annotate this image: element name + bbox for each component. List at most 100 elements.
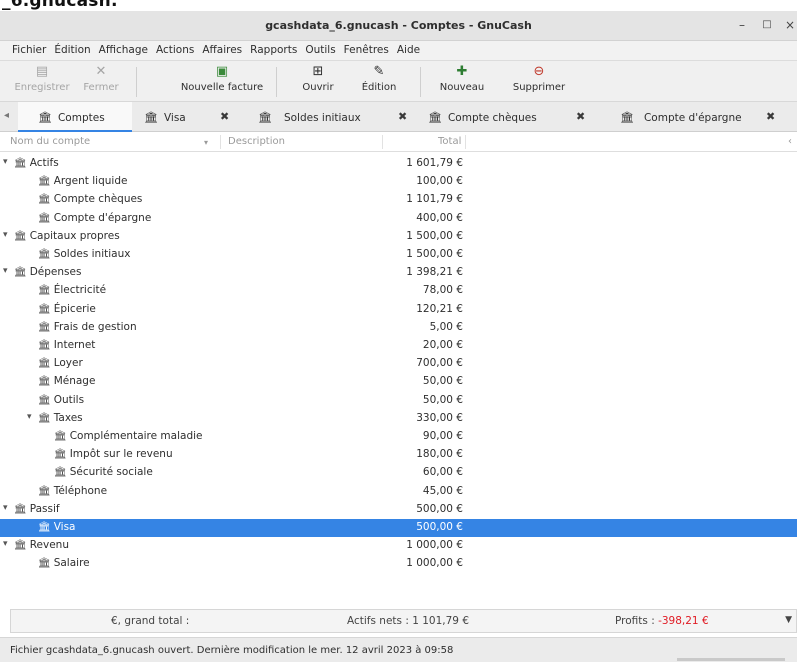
save-button[interactable]: ▤ Enregistrer	[14, 64, 70, 93]
menu-fichier[interactable]: Fichier	[8, 41, 50, 61]
account-row[interactable]: 🏛 Impôt sur le revenu 180,00 €	[0, 446, 797, 464]
menu-actions[interactable]: Actions	[152, 41, 198, 61]
close-window-button[interactable]: ×	[781, 17, 797, 33]
edit-button[interactable]: ✎ Édition	[354, 64, 404, 93]
menu-edition[interactable]: Édition	[50, 41, 94, 61]
account-row[interactable]: 🏛 Électricité 78,00 €	[0, 282, 797, 300]
expander-icon[interactable]: ▾	[3, 157, 8, 167]
new-invoice-button[interactable]: ▣ Nouvelle facture	[176, 64, 268, 93]
account-name-cell: 🏛 Frais de gestion	[38, 321, 137, 333]
tab-scroll-left-icon[interactable]: ◂	[4, 110, 9, 121]
account-row[interactable]: 🏛 Soldes initiaux 1 500,00 €	[0, 246, 797, 264]
account-icon: 🏛	[38, 376, 51, 388]
expander-icon[interactable]: ▾	[3, 539, 8, 549]
bank-icon: 🏛	[428, 111, 442, 124]
account-row[interactable]: 🏛 Complémentaire maladie 90,00 €	[0, 428, 797, 446]
net-assets: Actifs nets : 1 101,79 €	[347, 615, 470, 627]
maximize-button[interactable]: □	[758, 17, 776, 33]
account-icon: 🏛	[38, 485, 51, 497]
grand-total-label: €, grand total :	[111, 615, 190, 627]
column-separator	[220, 135, 221, 149]
minimize-button[interactable]: –	[733, 17, 751, 33]
account-row[interactable]: 🏛 Internet 20,00 €	[0, 337, 797, 355]
menu-fenetres[interactable]: Fenêtres	[340, 41, 393, 61]
account-row[interactable]: 🏛 Argent liquide 100,00 €	[0, 173, 797, 191]
account-row[interactable]: ▾ 🏛 Taxes 330,00 €	[0, 410, 797, 428]
expander-icon[interactable]: ▾	[27, 412, 32, 422]
open-button[interactable]: ⊞ Ouvrir	[296, 64, 340, 93]
account-name-cell: 🏛 Dépenses	[14, 266, 81, 278]
account-name-cell: 🏛 Capitaux propres	[14, 230, 120, 242]
menu-rapports[interactable]: Rapports	[246, 41, 301, 61]
account-row[interactable]: 🏛 Visa 500,00 €	[0, 519, 797, 538]
account-row[interactable]: 🏛 Téléphone 45,00 €	[0, 483, 797, 501]
close-tab-icon[interactable]: ✖	[576, 110, 585, 123]
account-row[interactable]: 🏛 Salaire 1 000,00 €	[0, 555, 797, 573]
account-row[interactable]: ▾ 🏛 Revenu 1 000,00 €	[0, 537, 797, 555]
delete-label: Supprimer	[512, 82, 566, 93]
account-name-cell: 🏛 Compte d'épargne	[38, 212, 151, 224]
column-description[interactable]: Description	[228, 136, 285, 147]
new-account-button[interactable]: ✚ Nouveau	[436, 64, 488, 93]
account-name-cell: 🏛 Revenu	[14, 539, 69, 551]
account-name: Impôt sur le revenu	[69, 448, 173, 461]
bank-icon: 🏛	[258, 111, 272, 124]
close-button[interactable]: ✕ Fermer	[76, 64, 126, 93]
account-name: Passif	[29, 502, 60, 515]
tab-label: Visa	[163, 112, 186, 124]
account-icon: 🏛	[14, 503, 27, 515]
account-icon: 🏛	[38, 558, 51, 570]
tab-soldes-initiaux[interactable]: 🏛 Soldes initiaux ✖	[258, 102, 407, 132]
account-icon: 🏛	[38, 303, 51, 315]
account-icon: 🏛	[54, 449, 67, 461]
expander-icon[interactable]: ▾	[3, 266, 8, 276]
save-label: Enregistrer	[14, 82, 70, 93]
account-row[interactable]: 🏛 Sécurité sociale 60,00 €	[0, 464, 797, 482]
account-name-cell: 🏛 Salaire	[38, 557, 90, 569]
account-name: Revenu	[29, 539, 69, 552]
expander-icon[interactable]: ▾	[3, 503, 8, 513]
account-row[interactable]: 🏛 Compte d'épargne 400,00 €	[0, 210, 797, 228]
menu-affichage[interactable]: Affichage	[95, 41, 152, 61]
status-bar: Fichier gcashdata_6.gnucash ouvert. Dern…	[0, 637, 797, 662]
account-row[interactable]: 🏛 Compte chèques 1 101,79 €	[0, 191, 797, 209]
new-invoice-icon: ▣	[215, 64, 229, 79]
account-name-cell: 🏛 Épicerie	[38, 303, 96, 315]
close-tab-icon[interactable]: ✖	[766, 110, 775, 123]
account-row[interactable]: 🏛 Ménage 50,00 €	[0, 373, 797, 391]
menu-affaires[interactable]: Affaires	[198, 41, 246, 61]
column-separator	[465, 135, 466, 149]
account-icon: 🏛	[14, 540, 27, 552]
close-tab-icon[interactable]: ✖	[398, 110, 407, 123]
account-icon: 🏛	[38, 249, 51, 260]
account-row[interactable]: 🏛 Outils 50,00 €	[0, 392, 797, 410]
column-name[interactable]: Nom du compte	[10, 136, 90, 147]
close-tab-icon[interactable]: ✖	[220, 110, 229, 123]
tab-label: Compte d'épargne	[643, 112, 742, 124]
delete-button[interactable]: ⊖ Supprimer	[508, 64, 570, 93]
account-name: Internet	[53, 339, 96, 351]
column-total[interactable]: Total	[438, 136, 461, 147]
summary-bar: €, grand total : Actifs nets : 1 101,79 …	[10, 609, 797, 633]
tab-compte-cheques[interactable]: 🏛 Compte chèques ✖	[428, 102, 588, 132]
account-row[interactable]: ▾ 🏛 Passif 500,00 €	[0, 501, 797, 519]
account-icon: 🏛	[54, 467, 67, 479]
account-row[interactable]: 🏛 Épicerie 120,21 €	[0, 301, 797, 319]
account-total: 500,00 €	[416, 502, 463, 515]
tab-compte-epargne[interactable]: 🏛 Compte d'épargne ✖	[620, 102, 797, 132]
new-account-label: Nouveau	[439, 82, 485, 93]
account-row[interactable]: 🏛 Loyer 700,00 €	[0, 355, 797, 373]
tab-visa[interactable]: 🏛 Visa ✖	[144, 102, 240, 132]
account-row[interactable]: ▾ 🏛 Dépenses 1 398,21 €	[0, 264, 797, 282]
account-row[interactable]: ▾ 🏛 Capitaux propres 1 500,00 €	[0, 228, 797, 246]
column-chooser-icon[interactable]: ‹	[788, 136, 792, 147]
account-row[interactable]: 🏛 Frais de gestion 5,00 €	[0, 319, 797, 337]
tab-comptes[interactable]: 🏛 Comptes	[18, 102, 132, 132]
expander-icon[interactable]: ▾	[3, 230, 8, 240]
summary-dropdown-icon[interactable]: ▼	[785, 615, 792, 625]
account-total: 1 601,79 €	[406, 157, 463, 169]
menu-aide[interactable]: Aide	[393, 41, 424, 61]
account-name-cell: 🏛 Compte chèques	[38, 193, 142, 205]
account-row[interactable]: ▾ 🏛 Actifs 1 601,79 €	[0, 155, 797, 173]
menu-outils[interactable]: Outils	[301, 41, 339, 61]
